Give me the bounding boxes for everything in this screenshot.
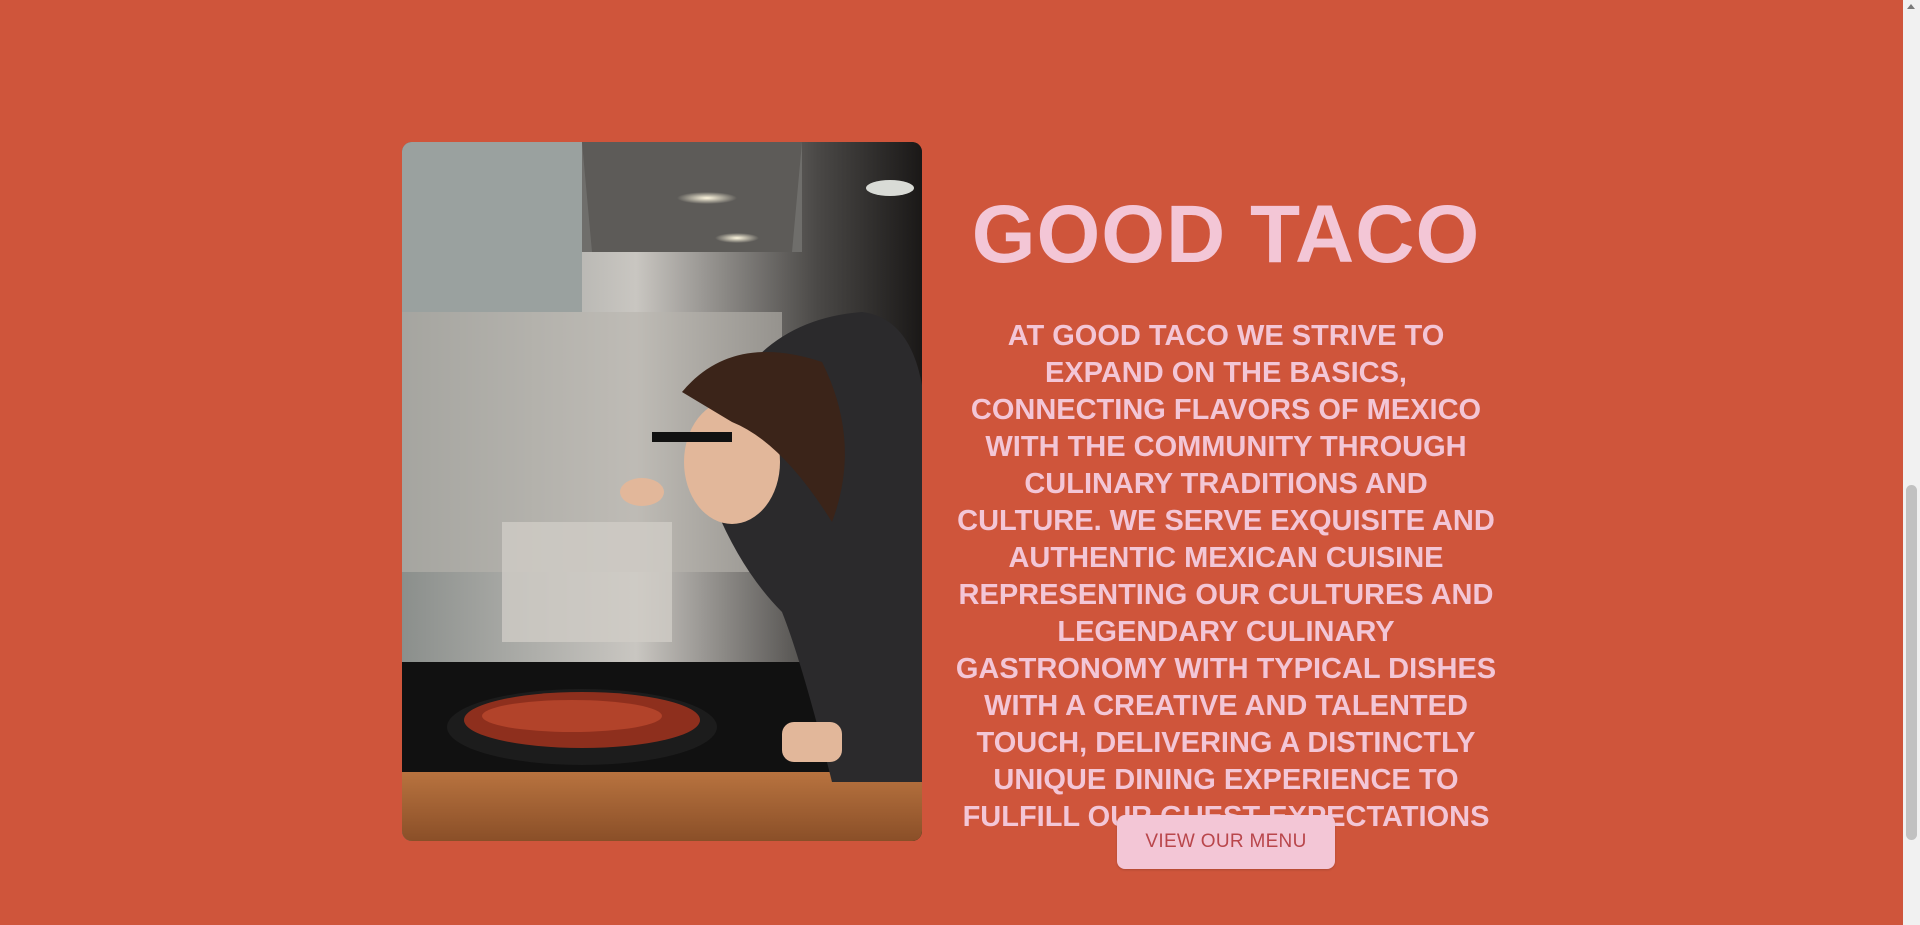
scrollbar-thumb[interactable] — [1906, 485, 1917, 840]
chef-tasting-image — [402, 142, 922, 841]
about-description: AT GOOD TACO WE STRIVE TO EXPAND ON THE … — [955, 320, 1497, 834]
vertical-scrollbar[interactable] — [1903, 0, 1920, 925]
chef-tasting-photo — [402, 142, 922, 841]
scroll-up-arrow-icon[interactable] — [1907, 4, 1915, 9]
view-menu-button[interactable]: VIEW OUR MENU — [1117, 815, 1335, 869]
page-title: GOOD TACO — [971, 189, 1481, 280]
about-section: GOOD TACO AT GOOD TACO WE STRIVE TO EXPA… — [950, 189, 1502, 836]
page: GOOD TACO AT GOOD TACO WE STRIVE TO EXPA… — [0, 0, 1920, 925]
